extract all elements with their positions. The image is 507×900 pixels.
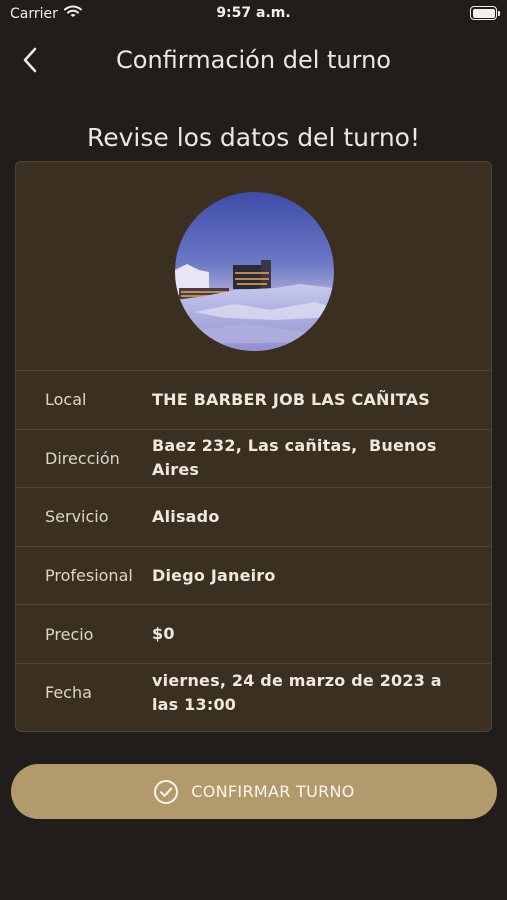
detail-value: Alisado — [152, 506, 220, 526]
detail-label: Precio — [45, 624, 94, 644]
detail-value: Diego Janeiro — [152, 565, 276, 585]
detail-value: Baez 232, Las cañitas, Buenos Aires — [152, 436, 443, 480]
details-list: Local THE BARBER JOB LAS CAÑITAS Direcci… — [16, 370, 491, 722]
detail-row-servicio: Servicio Alisado — [16, 487, 491, 546]
detail-row-fecha: Fecha viernes, 24 de marzo de 2023 a las… — [16, 662, 491, 722]
battery-level — [472, 8, 495, 18]
detail-label: Servicio — [45, 507, 109, 527]
location-photo — [175, 192, 334, 351]
nav-bar: Confirmación del turno — [0, 36, 507, 84]
battery-icon — [470, 6, 500, 20]
detail-label: Fecha — [45, 683, 92, 703]
detail-label: Local — [45, 390, 87, 410]
page-title: Confirmación del turno — [116, 46, 391, 74]
detail-row-local: Local THE BARBER JOB LAS CAÑITAS — [16, 370, 491, 429]
detail-label: Dirección — [45, 448, 120, 468]
detail-row-profesional: Profesional Diego Janeiro — [16, 545, 491, 605]
appointment-card: Local THE BARBER JOB LAS CAÑITAS Direcci… — [15, 161, 492, 732]
status-time: 9:57 a.m. — [216, 5, 291, 21]
detail-value: THE BARBER JOB LAS CAÑITAS — [152, 389, 430, 409]
detail-row-direccion: Dirección Baez 232, Las cañitas, Buenos … — [16, 428, 491, 488]
detail-label: Profesional — [45, 566, 133, 586]
confirm-button-label: CONFIRMAR TURNO — [191, 782, 355, 801]
status-bar: Carrier 9:57 a.m. — [0, 0, 507, 28]
detail-value: viernes, 24 de marzo de 2023 a las 13:00 — [152, 670, 442, 714]
detail-row-precio: Precio $0 — [16, 604, 491, 663]
section-heading: Revise los datos del turno! — [87, 123, 420, 152]
detail-value: $0 — [152, 624, 175, 644]
confirm-button[interactable]: CONFIRMAR TURNO — [11, 764, 497, 819]
check-circle-icon — [154, 779, 179, 804]
